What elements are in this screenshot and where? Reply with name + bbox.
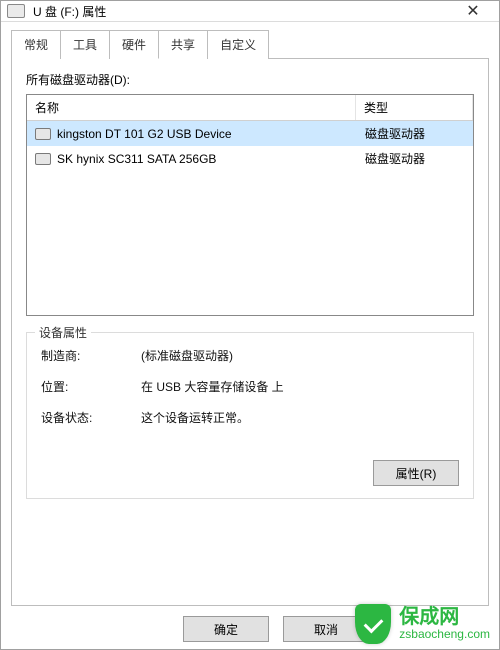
all-drives-label: 所有磁盘驱动器(D): (26, 71, 474, 88)
location-label: 位置: (41, 378, 141, 395)
drive-name: kingston DT 101 G2 USB Device (57, 127, 232, 141)
close-button[interactable]: ✕ (453, 1, 493, 21)
device-properties-group: 设备属性 制造商: (标准磁盘驱动器) 位置: 在 USB 大容量存储设备 上 … (26, 332, 474, 499)
drive-type: 磁盘驱动器 (357, 148, 473, 169)
properties-window: U 盘 (F:) 属性 ✕ 常规 工具 硬件 共享 自定义 所有磁盘驱动器(D)… (0, 0, 500, 650)
disk-icon (35, 153, 51, 165)
tab-strip: 常规 工具 硬件 共享 自定义 (11, 30, 489, 59)
col-header-name[interactable]: 名称 (27, 95, 356, 120)
ok-button[interactable]: 确定 (183, 616, 269, 642)
list-body: kingston DT 101 G2 USB Device 磁盘驱动器 SK h… (27, 121, 473, 171)
status-value: 这个设备运转正常。 (141, 409, 459, 426)
drive-icon (7, 4, 25, 18)
window-title: U 盘 (F:) 属性 (33, 3, 453, 20)
titlebar[interactable]: U 盘 (F:) 属性 ✕ (1, 1, 499, 22)
device-properties-button[interactable]: 属性(R) (373, 460, 459, 486)
manufacturer-label: 制造商: (41, 347, 141, 364)
manufacturer-value: (标准磁盘驱动器) (141, 347, 459, 364)
list-row[interactable]: SK hynix SC311 SATA 256GB 磁盘驱动器 (27, 146, 473, 171)
list-row[interactable]: kingston DT 101 G2 USB Device 磁盘驱动器 (27, 121, 473, 146)
tab-hardware[interactable]: 硬件 (110, 30, 159, 59)
col-header-type[interactable]: 类型 (356, 95, 473, 120)
tab-custom[interactable]: 自定义 (208, 30, 269, 59)
tab-general[interactable]: 常规 (11, 30, 61, 59)
tab-tools[interactable]: 工具 (61, 30, 110, 59)
status-label: 设备状态: (41, 409, 141, 426)
client-area: 常规 工具 硬件 共享 自定义 所有磁盘驱动器(D): 名称 类型 kingst… (1, 22, 499, 650)
disk-icon (35, 128, 51, 140)
hardware-pane: 所有磁盘驱动器(D): 名称 类型 kingston DT 101 G2 USB… (11, 58, 489, 606)
device-properties-legend: 设备属性 (35, 324, 91, 341)
list-header: 名称 类型 (27, 95, 473, 121)
drive-name: SK hynix SC311 SATA 256GB (57, 152, 216, 166)
drive-type: 磁盘驱动器 (357, 123, 473, 144)
drives-list[interactable]: 名称 类型 kingston DT 101 G2 USB Device 磁盘驱动… (26, 94, 474, 316)
cancel-button[interactable]: 取消 (283, 616, 369, 642)
dialog-buttons: 确定 取消 (11, 616, 489, 642)
tab-sharing[interactable]: 共享 (159, 30, 208, 59)
location-value: 在 USB 大容量存储设备 上 (141, 378, 459, 395)
